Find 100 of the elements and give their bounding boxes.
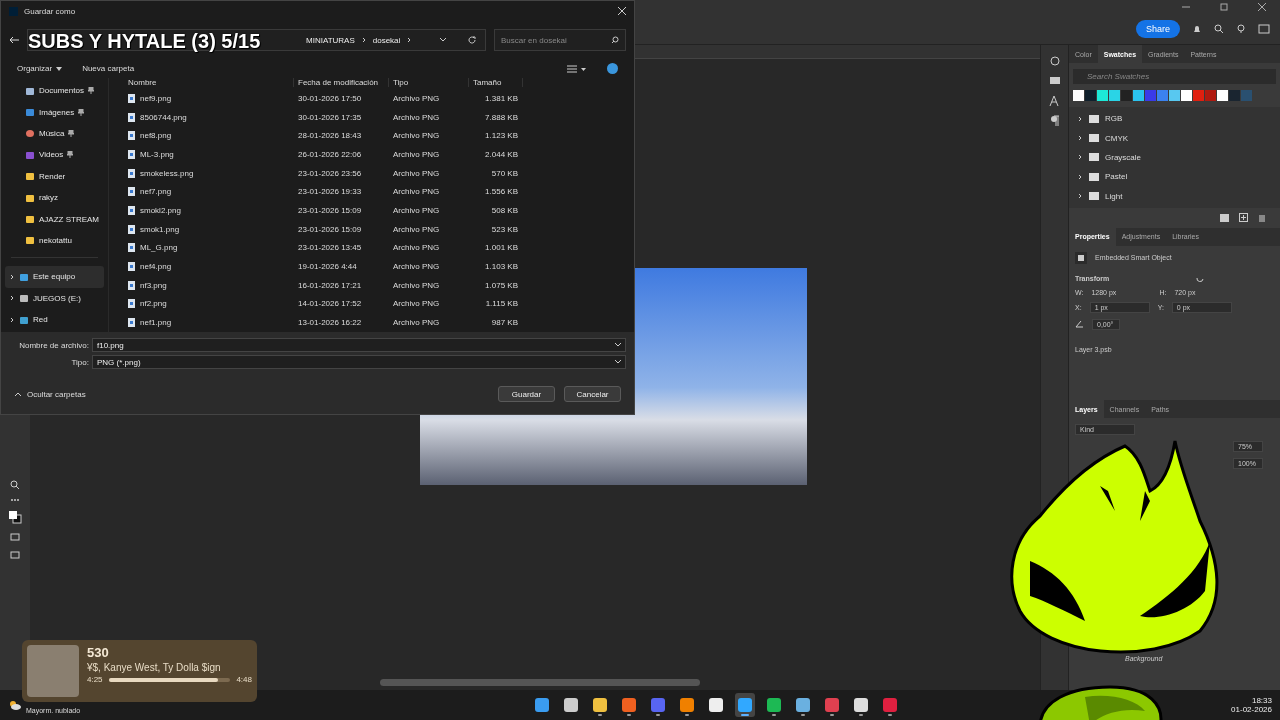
new-folder-button[interactable]: Nueva carpeta <box>82 64 135 73</box>
color-swatch[interactable] <box>1157 90 1168 101</box>
chevron-icon <box>406 37 413 43</box>
file-name-cell[interactable]: nef7.png <box>124 187 294 197</box>
swatch-group[interactable]: Light <box>1069 186 1280 206</box>
chevron-icon <box>9 273 15 280</box>
color-swatch[interactable] <box>1109 90 1120 101</box>
folder-icon <box>25 235 35 246</box>
restore-icon <box>1220 3 1228 11</box>
column-header[interactable]: Fecha de modificación <box>294 78 389 88</box>
file-name-cell[interactable]: nef8.png <box>124 131 294 141</box>
app-icon <box>853 698 868 712</box>
group-label: Grayscale <box>1105 152 1141 162</box>
workspace-icon <box>1258 24 1270 34</box>
color-swatch[interactable] <box>1097 90 1108 101</box>
table-cell-text: 14-01-2026 17:52 <box>297 299 363 309</box>
sidebar-item[interactable]: Música <box>5 122 104 145</box>
color-swatch[interactable] <box>1229 90 1240 101</box>
table-cell-text: Archivo PNG <box>392 318 441 328</box>
music-icon <box>25 128 35 139</box>
back-arrow-icon <box>9 36 19 44</box>
color-swatch[interactable] <box>1121 90 1132 101</box>
folder-icon <box>1220 213 1229 222</box>
drive-icon <box>19 293 29 304</box>
file-name-cell[interactable]: ML-3.png <box>124 149 294 159</box>
sidebar-item[interactable]: Red <box>5 308 104 331</box>
color-swatch[interactable] <box>1073 90 1084 101</box>
color-swatch[interactable] <box>1205 90 1216 101</box>
scrollbar[interactable] <box>380 679 700 686</box>
angle-icon <box>1075 320 1084 329</box>
refresh-icon <box>467 35 477 45</box>
color-swatch[interactable] <box>1133 90 1144 101</box>
swatch-group[interactable]: RGB <box>1069 109 1280 129</box>
table-cell-text: 508 KB <box>490 206 519 216</box>
swatch-group[interactable]: CMYK <box>1069 128 1280 148</box>
filename-field[interactable]: f10.png <box>92 338 626 352</box>
swatch-group[interactable]: Grayscale <box>1069 147 1280 168</box>
file-name-cell[interactable]: smokl2.png <box>124 206 294 216</box>
search-field[interactable]: Buscar en dosekai <box>494 29 626 51</box>
app-icon <box>650 698 665 712</box>
color-swatch[interactable] <box>1241 90 1252 101</box>
field-label: Nombre de archivo: <box>18 340 89 350</box>
bell-icon <box>1192 24 1202 34</box>
color-swatch[interactable] <box>1169 90 1180 101</box>
sidebar-label: nekotattu <box>39 235 72 245</box>
breadcrumb-item[interactable]: MINIATURAS <box>306 35 355 45</box>
sidebar-label: Documentos <box>39 86 84 96</box>
table-cell-text: 23-01-2026 15:09 <box>297 224 363 234</box>
file-name-cell[interactable]: ML_G.png <box>124 243 294 253</box>
color-swatch[interactable] <box>1145 90 1156 101</box>
color-swatch[interactable] <box>1085 90 1096 101</box>
share-button[interactable]: Share <box>1135 20 1180 38</box>
column-header[interactable]: Tipo <box>389 78 469 88</box>
file-name-cell[interactable]: nef4.png <box>124 262 294 272</box>
taskbar-app[interactable] <box>734 693 755 717</box>
table-cell-text: 28-01-2026 18:43 <box>297 131 363 141</box>
cancel-button[interactable]: Cancelar <box>564 386 621 402</box>
sidebar-item[interactable]: Videos <box>5 144 104 166</box>
sidebar-item[interactable]: JUEGOS (E:) <box>5 287 104 309</box>
sidebar-item[interactable]: Imágenes <box>5 101 104 123</box>
organize-button[interactable]: Organizar <box>17 64 63 73</box>
table-cell-text: 23-01-2026 13:45 <box>297 243 363 253</box>
folder-icon <box>1089 192 1099 201</box>
folder-icon <box>25 171 35 182</box>
table-cell-text: Archivo PNG <box>392 93 441 103</box>
sidebar-item[interactable]: Documentos <box>5 80 104 102</box>
file-name-cell[interactable]: nf3.png <box>124 280 294 290</box>
color-swatch[interactable] <box>1181 90 1192 101</box>
comment-icon <box>1048 75 1061 87</box>
column-header[interactable]: Tamaño <box>469 78 523 88</box>
swatch-group[interactable]: Pastel <box>1069 167 1280 187</box>
color-swatch[interactable] <box>1217 90 1228 101</box>
table-cell-text: 1.001 KB <box>484 243 519 253</box>
file-name-cell[interactable]: smok1.png <box>124 224 294 234</box>
breadcrumb-item[interactable]: dosekai <box>372 35 401 45</box>
file-name-cell[interactable]: 8506744.png <box>124 112 294 122</box>
sidebar-item[interactable]: Este equipo <box>5 266 104 288</box>
column-header[interactable]: Nombre <box>124 78 294 88</box>
sidebar-label: Render <box>39 171 66 181</box>
file-name-cell[interactable]: nf2.png <box>124 299 294 309</box>
sidebar-item[interactable]: Render <box>5 165 104 187</box>
help-icon <box>607 63 618 74</box>
sidebar-item[interactable]: AJAZZ STREAM <box>5 208 104 230</box>
search-field[interactable]: Search Swatches <box>1073 69 1276 84</box>
location-icon <box>25 85 35 96</box>
location-icon <box>25 149 35 160</box>
file-name-cell[interactable]: nef9.png <box>124 93 294 103</box>
sidebar-item[interactable]: nekotattu <box>5 229 104 252</box>
app-icon <box>882 698 897 712</box>
sidebar-item[interactable]: rakyz <box>5 186 104 209</box>
screen-mode-icon <box>10 550 20 560</box>
file-name-cell[interactable]: nef1.png <box>124 318 294 328</box>
hide-folders-button[interactable]: Ocultar carpetas <box>9 389 86 399</box>
save-button[interactable]: Guardar <box>498 386 555 402</box>
file-type-dropdown[interactable]: PNG (*.png) <box>92 355 626 369</box>
color-swatch[interactable] <box>1193 90 1204 101</box>
file-name-cell[interactable]: smokeless.png <box>124 168 294 178</box>
chevron-down-icon <box>615 343 621 347</box>
chevron-icon <box>1077 135 1083 142</box>
app-icon <box>766 698 781 712</box>
